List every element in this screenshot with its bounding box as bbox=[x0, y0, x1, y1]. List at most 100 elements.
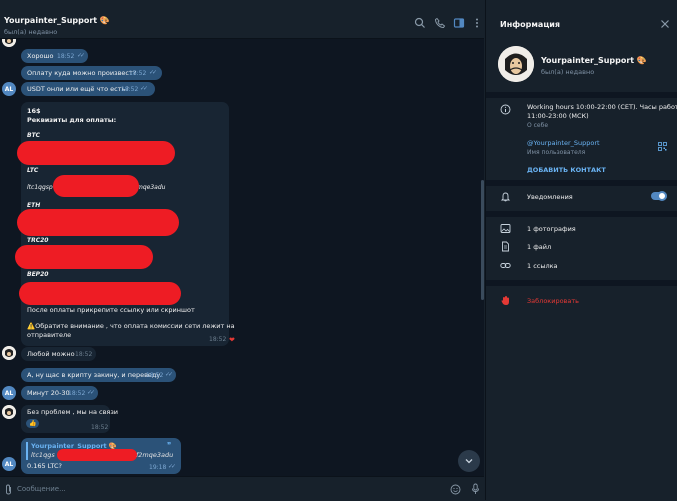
links-count[interactable]: 1 ссылка bbox=[527, 262, 558, 270]
warning-text-cont: отправителе bbox=[27, 331, 72, 339]
read-check-icon: ✓✓ bbox=[140, 85, 148, 92]
redaction-mark bbox=[15, 245, 153, 269]
user-avatar[interactable]: AL bbox=[2, 82, 16, 96]
close-icon[interactable] bbox=[660, 19, 670, 29]
message-input[interactable]: Сообщение... bbox=[17, 485, 66, 493]
files-count[interactable]: 1 файл bbox=[527, 243, 551, 251]
message-text: А, ну щас в крипту закину, и переведу bbox=[27, 371, 161, 379]
qr-code-icon[interactable] bbox=[658, 142, 667, 151]
divider bbox=[486, 92, 677, 98]
emoji-icon[interactable] bbox=[450, 484, 461, 495]
message-incoming[interactable]: Любой можно 18:52 bbox=[21, 347, 96, 361]
message-text: Хорошо bbox=[27, 52, 54, 60]
username-label: Имя пользователя bbox=[527, 149, 586, 156]
phone-icon[interactable] bbox=[434, 17, 446, 29]
working-hours-text: Working hours 10:00-22:00 (CET). Часы ра… bbox=[527, 103, 677, 111]
eth-label: ETH bbox=[27, 202, 41, 209]
redaction-mark bbox=[19, 282, 181, 305]
support-avatar[interactable] bbox=[2, 39, 16, 47]
support-avatar[interactable] bbox=[2, 346, 16, 360]
read-check-icon: ✓✓ bbox=[149, 69, 157, 76]
user-avatar[interactable]: AL bbox=[2, 457, 16, 471]
reaction-emoji: 👍 bbox=[29, 420, 37, 427]
thumbs-up-reaction[interactable]: 👍 bbox=[26, 419, 40, 428]
chevron-down-icon bbox=[465, 459, 473, 464]
bell-icon bbox=[500, 191, 511, 202]
user-avatar[interactable]: AL bbox=[2, 386, 16, 400]
profile-status: был(а) недавно bbox=[541, 68, 595, 76]
message-text: USDT онли или ещё что есть? bbox=[27, 85, 129, 93]
message-text: Любой можно bbox=[27, 350, 75, 358]
payment-details-message[interactable]: 16$ Реквизиты для оплаты: BTC LTC ltc1qg… bbox=[15, 102, 235, 346]
message-time: 18:52 bbox=[129, 70, 147, 77]
read-check-icon: ✓✓ bbox=[77, 52, 85, 59]
ltc-address-end[interactable]: mqe3adu bbox=[137, 184, 165, 191]
read-check-icon: ✓✓ bbox=[87, 389, 95, 396]
chat-scrollbar[interactable] bbox=[481, 180, 484, 300]
message-outgoing[interactable]: А, ну щас в крипту закину, и переведу 18… bbox=[21, 368, 176, 382]
notifications-label: Уведомления bbox=[527, 193, 573, 201]
divider bbox=[486, 280, 677, 286]
message-text: Оплату куда можно произвест? bbox=[27, 69, 137, 77]
username-link[interactable]: @Yourpainter_Support bbox=[527, 139, 600, 147]
message-outgoing[interactable]: USDT онли или ещё что есть? 18:52 ✓✓ bbox=[21, 82, 155, 96]
ltc-label: LTC bbox=[27, 167, 39, 174]
message-time: 18:52 bbox=[68, 390, 86, 397]
redaction-mark bbox=[17, 209, 179, 236]
divider bbox=[486, 180, 677, 186]
quote-text-end: f2mqe3adu bbox=[136, 451, 174, 459]
quote-bar bbox=[26, 442, 28, 460]
photos-count[interactable]: 1 фотография bbox=[527, 225, 576, 233]
panel-title: Информация bbox=[500, 20, 560, 29]
search-icon[interactable] bbox=[414, 17, 426, 29]
warning-text: ⚠️Обратите внимание , что оплата комисси… bbox=[27, 322, 235, 330]
profile-name: Yourpainter_Support 🎨 bbox=[541, 56, 647, 65]
message-outgoing-reply[interactable]: Yourpainter_Support 🎨 ❞ ltc1qgs f2mqe3ad… bbox=[21, 438, 181, 474]
message-time: 18:52 bbox=[121, 86, 139, 93]
divider bbox=[486, 211, 677, 217]
message-time: 18:52 bbox=[75, 351, 93, 358]
heart-reaction-icon[interactable]: ❤ bbox=[229, 336, 235, 344]
chat-status: был(а) недавно bbox=[4, 28, 58, 36]
redaction-mark bbox=[17, 141, 175, 165]
profile-avatar[interactable] bbox=[498, 46, 534, 82]
trc20-label: TRC20 bbox=[27, 237, 49, 244]
message-time: 18:52 bbox=[146, 372, 164, 379]
add-contact-button[interactable]: ДОБАВИТЬ КОНТАКТ bbox=[527, 166, 606, 174]
chat-title[interactable]: Yourpainter_Support 🎨 bbox=[4, 16, 110, 25]
notifications-toggle[interactable] bbox=[651, 191, 667, 201]
message-outgoing[interactable]: Оплату куда можно произвест? 18:52 ✓✓ bbox=[21, 66, 162, 80]
message-time: 18:52 bbox=[91, 424, 109, 431]
info-icon bbox=[500, 104, 511, 115]
redaction-mark bbox=[57, 449, 137, 461]
message-time: 18:52 bbox=[57, 53, 75, 60]
message-list[interactable]: Хорошо 18:52 ✓✓ Оплату куда можно произв… bbox=[0, 39, 484, 476]
message-composer: Сообщение... bbox=[0, 476, 484, 501]
scroll-down-button[interactable] bbox=[458, 450, 480, 472]
block-hand-icon bbox=[500, 295, 511, 306]
ltc-address-start[interactable]: ltc1qgsp bbox=[27, 184, 53, 191]
message-outgoing[interactable]: Минут 20-30 18:52 ✓✓ bbox=[21, 386, 98, 400]
requisites-heading: Реквизиты для оплаты: bbox=[27, 116, 117, 124]
attach-icon[interactable] bbox=[4, 484, 13, 495]
sidebar-toggle-icon[interactable] bbox=[453, 17, 465, 29]
more-menu-icon[interactable] bbox=[471, 17, 483, 29]
file-icon bbox=[500, 241, 511, 252]
message-time: 19:18 bbox=[149, 464, 167, 471]
message-text: 0.165 LTC? bbox=[27, 462, 62, 470]
btc-label: BTC bbox=[27, 132, 41, 139]
quote-text-start: ltc1qgs bbox=[31, 451, 55, 459]
link-icon bbox=[500, 260, 511, 271]
quote-mark-icon: ❞ bbox=[167, 441, 172, 450]
working-hours-text-cont: 11:00-23:00 (МСК) bbox=[527, 112, 589, 120]
message-outgoing[interactable]: Хорошо 18:52 ✓✓ bbox=[21, 49, 88, 63]
support-avatar[interactable] bbox=[2, 405, 16, 419]
message-incoming[interactable]: Без проблем , мы на связи 👍 18:52 bbox=[21, 405, 118, 433]
microphone-icon[interactable] bbox=[471, 483, 480, 495]
after-payment-text: После оплаты прикрепите ссылку или скрин… bbox=[27, 306, 195, 314]
redaction-mark bbox=[53, 175, 139, 197]
message-time: 18:52 bbox=[209, 336, 227, 343]
block-button[interactable]: Заблокировать bbox=[527, 297, 579, 305]
about-label: О себе bbox=[527, 122, 549, 129]
chat-header[interactable]: Yourpainter_Support 🎨 был(а) недавно bbox=[0, 0, 484, 39]
